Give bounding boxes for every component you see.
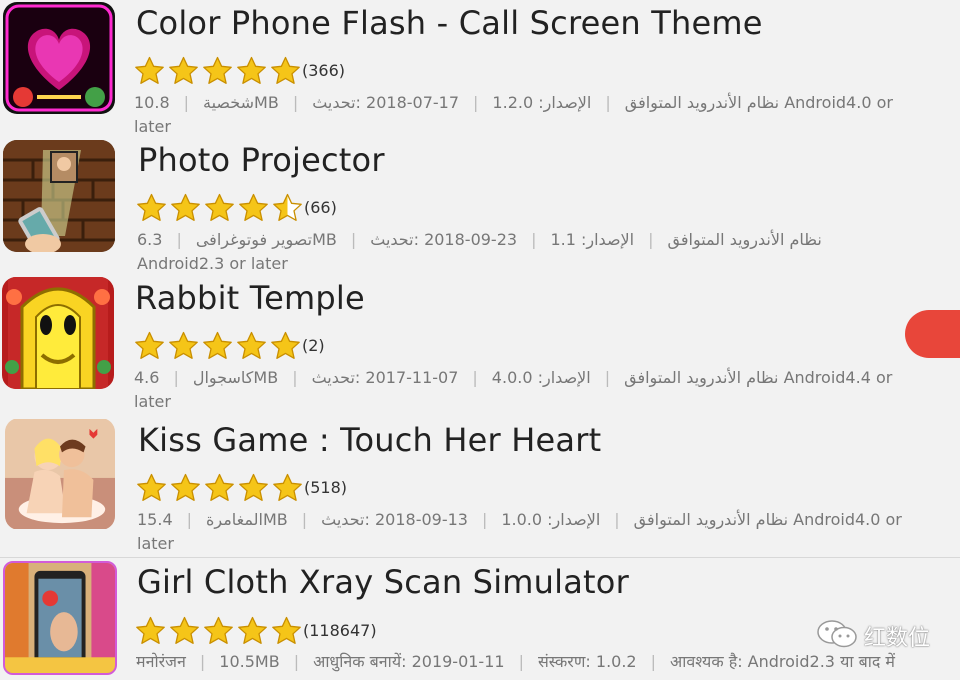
size: 10.8 — [134, 93, 170, 112]
size: 6.3 — [137, 230, 163, 249]
app-meta: 10.8 | شخصيةMB | نظام الأندرويد المتوافق|الإ… — [134, 93, 893, 136]
star-icon — [204, 616, 233, 644]
star-icon — [273, 193, 302, 221]
app-meta: 4.6 | كاسجوالMB | نظام الأندرويد المتوافق|ال… — [134, 368, 893, 411]
review-count: (66) — [304, 197, 337, 217]
star-icon — [135, 56, 164, 84]
app-title[interactable]: Color Phone Flash - Call Screen Theme — [136, 4, 763, 42]
compatibility: आधुनिक बनायें: 2019-01-11 — [313, 652, 505, 671]
photo-projector-icon[interactable] — [3, 140, 115, 252]
rating: (2) — [134, 329, 325, 361]
star-icon — [169, 331, 198, 359]
category: كاسجوالMB — [192, 368, 279, 387]
star-icon — [135, 331, 164, 359]
category: 10.5MB — [219, 652, 280, 671]
updated: 17-07-2018 :تحديث — [312, 93, 460, 112]
star-icon — [237, 331, 266, 359]
list-item[interactable]: Photo Projector (66) 6.3 | تصوير فوتوغرافى… — [0, 137, 960, 277]
rating: (518) — [136, 471, 347, 503]
star-icon — [169, 56, 198, 84]
star-icon — [171, 193, 200, 221]
color-phone-flash-icon[interactable] — [3, 2, 115, 114]
scroll-to-top-tab[interactable] — [905, 310, 960, 358]
star-icon — [205, 473, 234, 501]
review-count: (366) — [302, 60, 346, 80]
star-icon — [238, 616, 267, 644]
updated: 13-09-2018 :تحديث — [321, 510, 468, 529]
wechat-icon — [816, 619, 858, 653]
app-meta: 15.4 | المغامرةMB | نظام الأندرويد المتوافق|… — [137, 510, 902, 553]
category: شخصيةMB — [203, 93, 279, 112]
watermark-text: 红数位 — [863, 626, 930, 651]
compatibility: نظام الأندرويد المتوافق — [633, 510, 789, 529]
app-meta: मनोरंजन | 10.5MB | आधुनिक बनायें: 2019-01-11… — [136, 652, 896, 671]
app-title[interactable]: Girl Cloth Xray Scan Simulator — [137, 563, 629, 601]
star-icon — [203, 56, 232, 84]
star-icon — [239, 193, 268, 221]
kiss-game-icon[interactable] — [5, 418, 115, 530]
star-icon — [205, 193, 234, 221]
app-title[interactable]: Kiss Game : Touch Her Heart — [138, 421, 601, 459]
requires: Android2.3 or later — [137, 254, 288, 273]
list-item[interactable]: Color Phone Flash - Call Screen Theme (3… — [0, 0, 960, 140]
rating-stars — [134, 55, 304, 86]
category: المغامرةMB — [206, 510, 288, 529]
star-icon — [237, 56, 266, 84]
compatibility: نظام الأندرويد المتوافق — [624, 368, 779, 387]
list-item[interactable]: Kiss Game : Touch Her Heart (518) 15.4 | ا… — [0, 415, 960, 556]
star-icon — [171, 473, 200, 501]
version: الإصدار: 4.0.0 — [491, 368, 591, 387]
star-icon — [271, 56, 300, 84]
version: الإصدار: 1.2.0 — [492, 93, 592, 112]
star-icon — [137, 473, 166, 501]
star-icon — [136, 616, 165, 644]
star-icon — [239, 473, 268, 501]
version: संस्करण: 1.0.2 — [537, 652, 637, 671]
compatibility: نظام الأندرويد المتوافق — [624, 93, 780, 112]
review-count: (2) — [302, 335, 325, 355]
size: मनोरंजन — [136, 652, 186, 671]
updated: 07-11-2017 :تحديث — [311, 368, 459, 387]
category: تصوير فوتوغرافىMB — [195, 230, 337, 249]
star-icon — [271, 331, 300, 359]
star-icon — [137, 193, 166, 221]
app-meta: 6.3 | تصوير فوتوغرافىMB | نظام الأندرويد الم… — [137, 230, 822, 273]
star-icon — [272, 616, 301, 644]
rating: (66) — [136, 191, 337, 223]
app-title[interactable]: Rabbit Temple — [135, 279, 365, 317]
xray-scan-icon[interactable] — [3, 561, 117, 675]
rabbit-temple-icon[interactable] — [2, 277, 114, 389]
review-count: (518) — [304, 477, 348, 497]
rating-stars — [136, 192, 306, 223]
rating-stars — [135, 615, 305, 646]
updated: 23-09-2018 :تحديث — [370, 230, 518, 249]
size: 4.6 — [134, 368, 160, 387]
review-count: (118647) — [303, 620, 377, 640]
rating: (366) — [134, 54, 345, 86]
version: الإصدار: 1.0.0 — [501, 510, 601, 529]
star-icon — [273, 473, 302, 501]
rating-stars — [134, 330, 304, 361]
compatibility: نظام الأندرويد المتوافق — [667, 230, 822, 249]
app-title[interactable]: Photo Projector — [138, 141, 385, 179]
star-icon — [170, 616, 199, 644]
rating: (118647) — [135, 614, 377, 646]
size: 15.4 — [137, 510, 173, 529]
version: الإصدار: 1.1 — [550, 230, 635, 249]
star-icon — [203, 331, 232, 359]
rating-stars — [136, 472, 306, 503]
list-item[interactable]: Rabbit Temple (2) 4.6 | كاسجوالMB | نظام الأ… — [0, 275, 960, 415]
updated: आवश्यक है: Android2.3 या बाद में — [670, 652, 896, 671]
watermark: 红数位 — [816, 620, 930, 652]
